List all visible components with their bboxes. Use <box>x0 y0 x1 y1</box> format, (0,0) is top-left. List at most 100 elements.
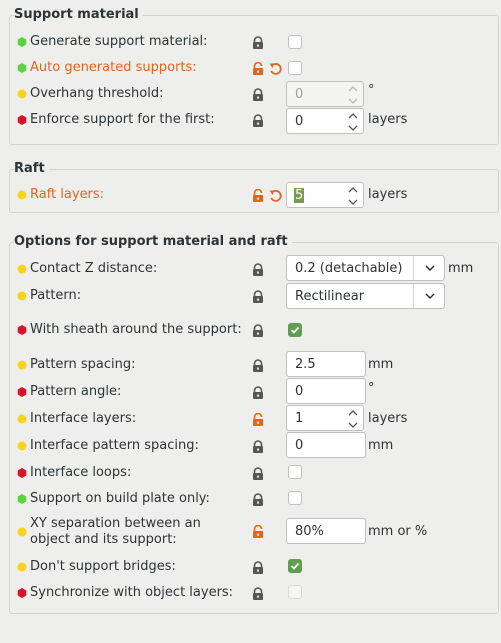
pattern-dropdown[interactable]: Rectilinear <box>286 283 445 309</box>
checkmark-icon <box>290 562 300 570</box>
synchronize-layers-checkbox[interactable] <box>288 585 302 599</box>
yellow-circle-bullet-icon <box>17 562 27 572</box>
raft-layers-unit: layers <box>368 187 408 202</box>
lock-icon[interactable] <box>251 324 265 338</box>
lock-icon[interactable] <box>251 561 265 575</box>
auto-generated-checkbox[interactable] <box>288 61 302 75</box>
lock-icon[interactable] <box>251 386 265 400</box>
pattern-spacing-unit: mm <box>368 357 394 372</box>
pattern-angle-value: 0 <box>295 384 304 399</box>
xy-separation-input[interactable]: 80% <box>286 518 366 544</box>
unlock-icon[interactable] <box>251 524 265 539</box>
xy-separation-label-line2: object and its support: <box>30 532 177 547</box>
overhang-threshold-unit: ° <box>368 83 375 98</box>
lock-icon[interactable] <box>251 493 265 507</box>
red-hex-bullet-icon <box>17 325 27 335</box>
spin-arrows-icon[interactable] <box>347 111 359 133</box>
contact-z-label: Contact Z distance: <box>30 261 158 276</box>
lock-icon[interactable] <box>251 587 265 601</box>
interface-loops-checkbox[interactable] <box>288 465 302 479</box>
pattern-angle-label: Pattern angle: <box>30 384 122 399</box>
row-sheath: With sheath around the support: <box>0 321 501 341</box>
interface-spacing-value: 0 <box>295 438 304 453</box>
enforce-support-unit: layers <box>368 112 408 127</box>
pattern-label: Pattern: <box>30 288 82 303</box>
spin-arrows-icon[interactable] <box>347 185 359 207</box>
pattern-spacing-label: Pattern spacing: <box>30 357 136 372</box>
lock-icon[interactable] <box>251 88 265 102</box>
row-synchronize-layers: Synchronize with object layers: <box>0 584 501 604</box>
contact-z-unit: mm <box>448 261 474 276</box>
spin-arrows-icon[interactable] <box>347 84 359 106</box>
contact-z-value: 0.2 (detachable) <box>295 261 403 276</box>
row-xy-separation: XY separation between an object and its … <box>0 516 501 550</box>
lock-icon[interactable] <box>251 36 265 50</box>
row-enforce-support: Enforce support for the first: 0 layers <box>0 108 501 134</box>
raft-title: Raft <box>14 161 49 176</box>
pattern-angle-unit: ° <box>368 381 375 396</box>
synchronize-layers-label: Synchronize with object layers: <box>30 585 234 600</box>
interface-spacing-unit: mm <box>368 438 394 453</box>
buildplate-only-checkbox[interactable] <box>288 491 302 505</box>
interface-layers-value: 1 <box>295 411 304 426</box>
row-contact-z: Contact Z distance: 0.2 (detachable) mm <box>0 255 501 281</box>
spin-arrows-icon[interactable] <box>347 408 359 430</box>
interface-layers-spinbox[interactable]: 1 <box>286 405 364 431</box>
yellow-circle-bullet-icon <box>17 414 27 424</box>
red-hex-bullet-icon <box>17 387 27 397</box>
sheath-label: With sheath around the support: <box>30 322 242 337</box>
sheath-checkbox[interactable] <box>288 323 302 337</box>
lock-icon[interactable] <box>251 290 265 304</box>
raft-layers-value: 5 <box>294 188 305 203</box>
red-hex-bullet-icon <box>17 588 27 598</box>
row-buildplate-only: Support on build plate only: <box>0 490 501 510</box>
pattern-spacing-value: 2.5 <box>295 357 316 372</box>
pattern-spacing-input[interactable]: 2.5 <box>286 351 366 377</box>
xy-separation-unit: mm or % <box>368 524 428 539</box>
lock-icon[interactable] <box>251 359 265 373</box>
undo-arrow-icon[interactable] <box>268 188 284 204</box>
checkmark-icon <box>290 326 300 334</box>
unlock-icon[interactable] <box>251 188 265 203</box>
yellow-circle-bullet-icon <box>17 190 27 200</box>
chevron-down-icon[interactable] <box>424 290 436 302</box>
raft-layers-spinbox[interactable]: 5 <box>286 182 364 208</box>
undo-arrow-icon[interactable] <box>268 61 284 77</box>
yellow-circle-bullet-icon <box>17 527 27 537</box>
unlock-icon[interactable] <box>251 61 265 76</box>
dropdown-separator <box>413 256 414 280</box>
row-overhang-threshold: Overhang threshold: 0 ° <box>0 81 501 107</box>
overhang-threshold-label: Overhang threshold: <box>30 86 164 101</box>
options-title: Options for support material and raft <box>14 234 292 249</box>
green-hex-bullet-icon <box>17 37 27 47</box>
yellow-circle-bullet-icon <box>17 291 27 301</box>
pattern-angle-input[interactable]: 0 <box>286 378 366 404</box>
generate-support-label: Generate support material: <box>30 34 208 49</box>
enforce-support-value: 0 <box>295 114 304 129</box>
enforce-support-spinbox[interactable]: 0 <box>286 108 364 134</box>
buildplate-only-label: Support on build plate only: <box>30 491 210 506</box>
pattern-value: Rectilinear <box>295 289 365 304</box>
row-dont-support-bridges: Don't support bridges: <box>0 558 501 578</box>
chevron-down-icon[interactable] <box>424 262 436 274</box>
auto-generated-label: Auto generated supports: <box>30 60 197 75</box>
dont-support-bridges-checkbox[interactable] <box>288 559 302 573</box>
yellow-circle-bullet-icon <box>17 360 27 370</box>
interface-spacing-label: Interface pattern spacing: <box>30 438 199 453</box>
enforce-support-label: Enforce support for the first: <box>30 112 215 127</box>
row-interface-spacing: Interface pattern spacing: 0 mm <box>0 432 501 458</box>
lock-icon[interactable] <box>251 114 265 128</box>
lock-icon[interactable] <box>251 440 265 454</box>
red-hex-bullet-icon <box>17 468 27 478</box>
interface-spacing-input[interactable]: 0 <box>286 432 366 458</box>
contact-z-dropdown[interactable]: 0.2 (detachable) <box>286 255 445 281</box>
unlock-icon[interactable] <box>251 412 265 427</box>
generate-support-checkbox[interactable] <box>288 35 302 49</box>
interface-loops-label: Interface loops: <box>30 465 132 480</box>
dont-support-bridges-label: Don't support bridges: <box>30 559 176 574</box>
lock-icon[interactable] <box>251 467 265 481</box>
row-interface-layers: Interface layers: 1 layers <box>0 405 501 431</box>
lock-icon[interactable] <box>251 263 265 277</box>
overhang-threshold-spinbox[interactable]: 0 <box>286 81 364 107</box>
row-generate-support: Generate support material: <box>0 33 501 53</box>
